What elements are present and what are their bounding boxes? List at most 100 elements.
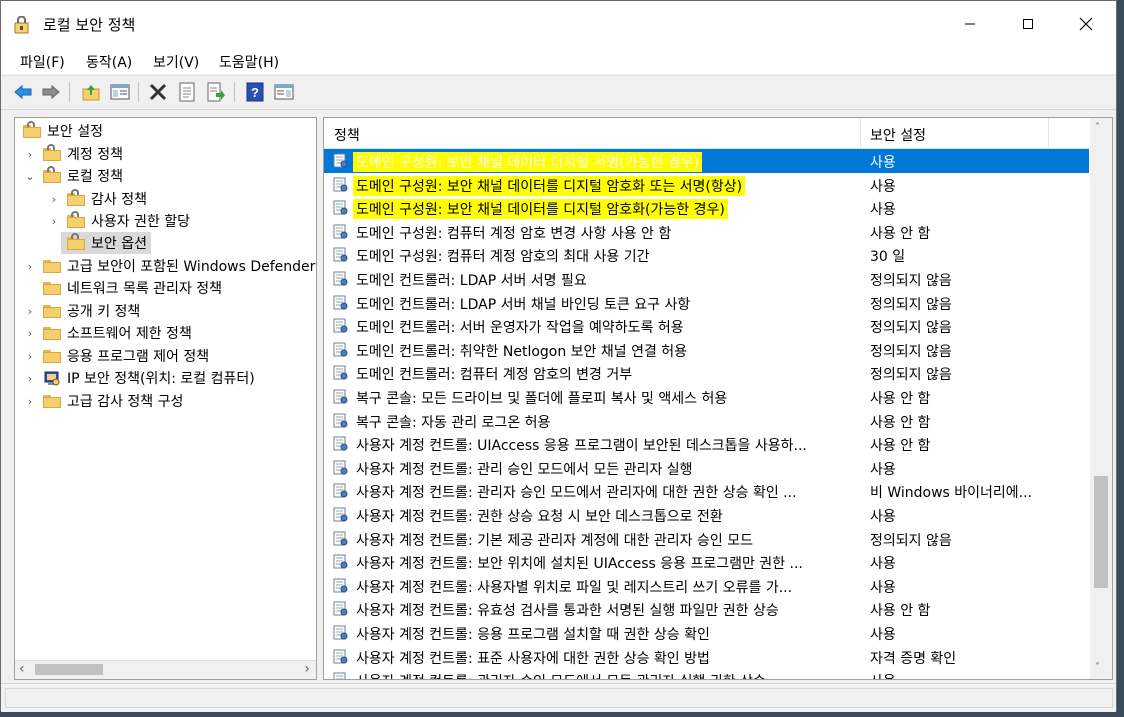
back-icon[interactable] xyxy=(12,81,34,103)
chevron-right-icon[interactable]: › xyxy=(47,215,61,228)
up-folder-icon[interactable] xyxy=(80,81,102,103)
tree-item-account-policy[interactable]: › 계정 정책 xyxy=(23,143,123,165)
table-row[interactable]: 도메인 구성원: 컴퓨터 계정 암호의 최대 사용 기간 30 일 xyxy=(324,243,1089,267)
policy-list-pane[interactable]: 정책 ˄ 보안 설정 도메인 구성원: 보안 채널 데이터 디지털 서명(가능한… xyxy=(323,117,1113,680)
policy-name: 도메인 컨트롤러: 취약한 Netlogon 보안 채널 연결 허용 xyxy=(356,343,688,360)
table-row[interactable]: 복구 콘솔: 모든 드라이브 및 폴더에 플로피 복사 및 액세스 허용 사용 안… xyxy=(324,385,1089,409)
tree-item-advanced-audit[interactable]: › 고급 감사 정책 구성 xyxy=(23,390,184,412)
table-row[interactable]: 사용자 계정 컨트롤: 권한 상승 요청 시 보안 데스크톱으로 전환 사용 xyxy=(324,503,1089,527)
table-row[interactable]: 사용자 계정 컨트롤: 관리 승인 모드에서 모든 관리자 실행 사용 xyxy=(324,456,1089,480)
main-window: 로컬 보안 정책 파일(F) 동작(A) 보기(V) 도움말(H) ? 보안 설… xyxy=(0,0,1117,712)
scroll-right-icon[interactable]: › xyxy=(304,661,310,677)
table-row[interactable]: 사용자 계정 컨트롤: 사용자별 위치로 파일 및 레지스트리 쓰기 오류를 가… xyxy=(324,574,1089,598)
close-button[interactable] xyxy=(1057,1,1115,46)
tree-item-ip-security[interactable]: › IP 보안 정책(위치: 로컬 컴퓨터) xyxy=(23,367,255,389)
policy-name: 사용자 계정 컨트롤: 유효성 검사를 통과한 서명된 실행 파일만 권한 상승 xyxy=(356,603,779,620)
policy-icon xyxy=(333,177,348,192)
table-row[interactable]: 사용자 계정 컨트롤: 응용 프로그램 설치할 때 권한 상승 확인 사용 xyxy=(324,621,1089,645)
policy-name: 복구 콘솔: 모든 드라이브 및 폴더에 플로피 복사 및 액세스 허용 xyxy=(356,391,728,407)
chevron-right-icon[interactable]: › xyxy=(23,260,37,273)
chevron-right-icon[interactable]: › xyxy=(23,395,37,408)
table-row[interactable]: 사용자 계정 컨트롤: 관리자 승인 모드에서 관리자에 대한 권한 상승 확인… xyxy=(324,479,1089,503)
chevron-right-icon[interactable]: › xyxy=(23,372,37,385)
lock-folder-icon xyxy=(43,166,61,183)
policy-name: 도메인 컨트롤러: 서버 운영자가 작업을 예약하도록 허용 xyxy=(356,320,684,337)
tree-item-public-key[interactable]: › 공개 키 정책 xyxy=(23,300,141,322)
table-row[interactable]: 도메인 구성원: 컴퓨터 계정 암호 변경 사항 사용 안 함 사용 안 함 xyxy=(324,220,1089,244)
menu-help[interactable]: 도움말(H) xyxy=(219,52,279,72)
tree-horizontal-scrollbar[interactable]: ‹ › xyxy=(15,660,316,679)
policy-name: 도메인 구성원: 컴퓨터 계정 암호의 최대 사용 기간 xyxy=(356,249,650,266)
table-row[interactable]: 도메인 구성원: 보안 채널 데이터를 디지털 암호화 또는 서명(항상) 사용 xyxy=(324,173,1089,197)
table-row[interactable]: 사용자 계정 컨트롤: 기본 제공 관리자 계정에 대한 관리자 승인 모드 정의… xyxy=(324,527,1089,551)
tree-item-security-options[interactable]: 보안 옵션 xyxy=(61,232,151,254)
menu-file[interactable]: 파일(F) xyxy=(20,52,65,72)
column-divider[interactable] xyxy=(860,118,861,148)
table-row[interactable]: 도메인 컨트롤러: 컴퓨터 계정 암호의 변경 거부 정의되지 않음 xyxy=(324,361,1089,385)
tree-item-defender-firewall[interactable]: › 고급 보안이 포함된 Windows Defender xyxy=(23,255,316,277)
column-header-policy[interactable]: 정책 xyxy=(334,125,360,145)
scroll-thumb[interactable] xyxy=(35,664,103,675)
table-row[interactable]: 사용자 계정 컨트롤: 관리자 승인 모드에서 모든 관리자 실행 권한 상승 사… xyxy=(324,668,1089,679)
policy-setting: 30 일 xyxy=(870,249,906,266)
tree-item-app-control[interactable]: › 응용 프로그램 제어 정책 xyxy=(23,345,209,367)
policy-name: 도메인 구성원: 보안 채널 데이터를 디지털 암호화 또는 서명(항상) xyxy=(353,175,746,196)
scroll-up-icon[interactable]: ˄ xyxy=(1095,122,1100,133)
help-icon[interactable]: ? xyxy=(244,81,266,103)
scroll-thumb[interactable] xyxy=(1094,476,1108,588)
lock-folder-icon xyxy=(67,189,85,206)
table-row[interactable]: 사용자 계정 컨트롤: UIAccess 응용 프로그램이 보안된 데스크톱을 … xyxy=(324,432,1089,456)
table-row[interactable]: 사용자 계정 컨트롤: 보안 위치에 설치된 UIAccess 응용 프로그램만… xyxy=(324,550,1089,574)
menu-action[interactable]: 동작(A) xyxy=(86,52,132,72)
chevron-right-icon[interactable]: › xyxy=(47,193,61,206)
policy-icon xyxy=(333,271,348,286)
policy-icon xyxy=(333,342,348,357)
chevron-right-icon[interactable]: › xyxy=(23,350,37,363)
export-list-icon[interactable] xyxy=(205,81,227,103)
tree-item-software-restriction[interactable]: › 소프트웨어 제한 정책 xyxy=(23,322,192,344)
column-divider[interactable] xyxy=(1048,118,1049,148)
tree-item-audit-policy[interactable]: › 감사 정책 xyxy=(47,188,147,210)
folder-icon xyxy=(43,326,61,340)
chevron-right-icon[interactable]: › xyxy=(23,327,37,340)
chevron-right-icon[interactable]: › xyxy=(23,148,37,161)
table-row[interactable]: 도메인 구성원: 보안 채널 데이터 디지털 서명(가능한 경우) 사용 xyxy=(324,149,1089,173)
show-hide-tree-icon[interactable] xyxy=(109,81,131,103)
svg-text:?: ? xyxy=(251,85,259,100)
table-row[interactable]: 도메인 컨트롤러: 서버 운영자가 작업을 예약하도록 허용 정의되지 않음 xyxy=(324,314,1089,338)
menu-view[interactable]: 보기(V) xyxy=(153,52,199,72)
table-row[interactable]: 도메인 컨트롤러: LDAP 서버 채널 바인딩 토큰 요구 사항 정의되지 않음 xyxy=(324,291,1089,315)
tree-root[interactable]: 보안 설정 xyxy=(23,120,103,142)
policy-setting: 사용 안 함 xyxy=(870,391,931,407)
scroll-down-icon[interactable]: ˅ xyxy=(1095,662,1100,673)
title-bar[interactable]: 로컬 보안 정책 xyxy=(1,1,1116,46)
maximize-button[interactable] xyxy=(999,1,1057,46)
chevron-down-icon[interactable]: ⌄ xyxy=(23,170,37,183)
table-row[interactable]: 도메인 구성원: 보안 채널 데이터를 디지털 암호화(가능한 경우) 사용 xyxy=(324,196,1089,220)
chevron-right-icon[interactable]: › xyxy=(23,305,37,318)
policy-name: 사용자 계정 컨트롤: 사용자별 위치로 파일 및 레지스트리 쓰기 오류를 가… xyxy=(356,579,793,596)
tree-item-label: 고급 감사 정책 구성 xyxy=(67,394,184,410)
policy-icon xyxy=(333,531,348,546)
properties-icon[interactable] xyxy=(176,81,198,103)
table-row[interactable]: 도메인 컨트롤러: LDAP 서버 서명 필요 정의되지 않음 xyxy=(324,267,1089,291)
tree-item-local-policy[interactable]: ⌄ 로컬 정책 xyxy=(23,165,123,187)
tree-item-network-list[interactable]: 네트워크 목록 관리자 정책 xyxy=(23,277,222,299)
status-bar xyxy=(1,683,1116,712)
tree-item-user-rights[interactable]: › 사용자 권한 할당 xyxy=(47,210,190,232)
tree-pane[interactable]: 보안 설정 › 계정 정책 ⌄ 로컬 정책 › 감사 정책 › 사용자 권한 할… xyxy=(14,117,317,680)
forward-icon[interactable] xyxy=(40,81,62,103)
column-header-setting[interactable]: 보안 설정 xyxy=(870,125,926,145)
list-vertical-scrollbar[interactable]: ˄ ˅ xyxy=(1090,118,1112,679)
policy-icon xyxy=(333,200,348,215)
scroll-left-icon[interactable]: ‹ xyxy=(19,661,25,677)
table-row[interactable]: 사용자 계정 컨트롤: 표준 사용자에 대한 권한 상승 확인 방법 자격 증명 … xyxy=(324,645,1089,669)
show-console-icon[interactable] xyxy=(273,81,295,103)
table-row[interactable]: 복구 콘솔: 자동 관리 로그온 허용 사용 안 함 xyxy=(324,409,1089,433)
table-row[interactable]: 사용자 계정 컨트롤: 유효성 검사를 통과한 서명된 실행 파일만 권한 상승… xyxy=(324,597,1089,621)
tree-item-label: 로컬 정책 xyxy=(67,169,123,185)
minimize-button[interactable] xyxy=(941,1,999,46)
policy-setting: 사용 안 함 xyxy=(870,438,931,455)
delete-icon[interactable] xyxy=(147,81,169,103)
table-row[interactable]: 도메인 컨트롤러: 취약한 Netlogon 보안 채널 연결 허용 정의되지 않… xyxy=(324,338,1089,362)
